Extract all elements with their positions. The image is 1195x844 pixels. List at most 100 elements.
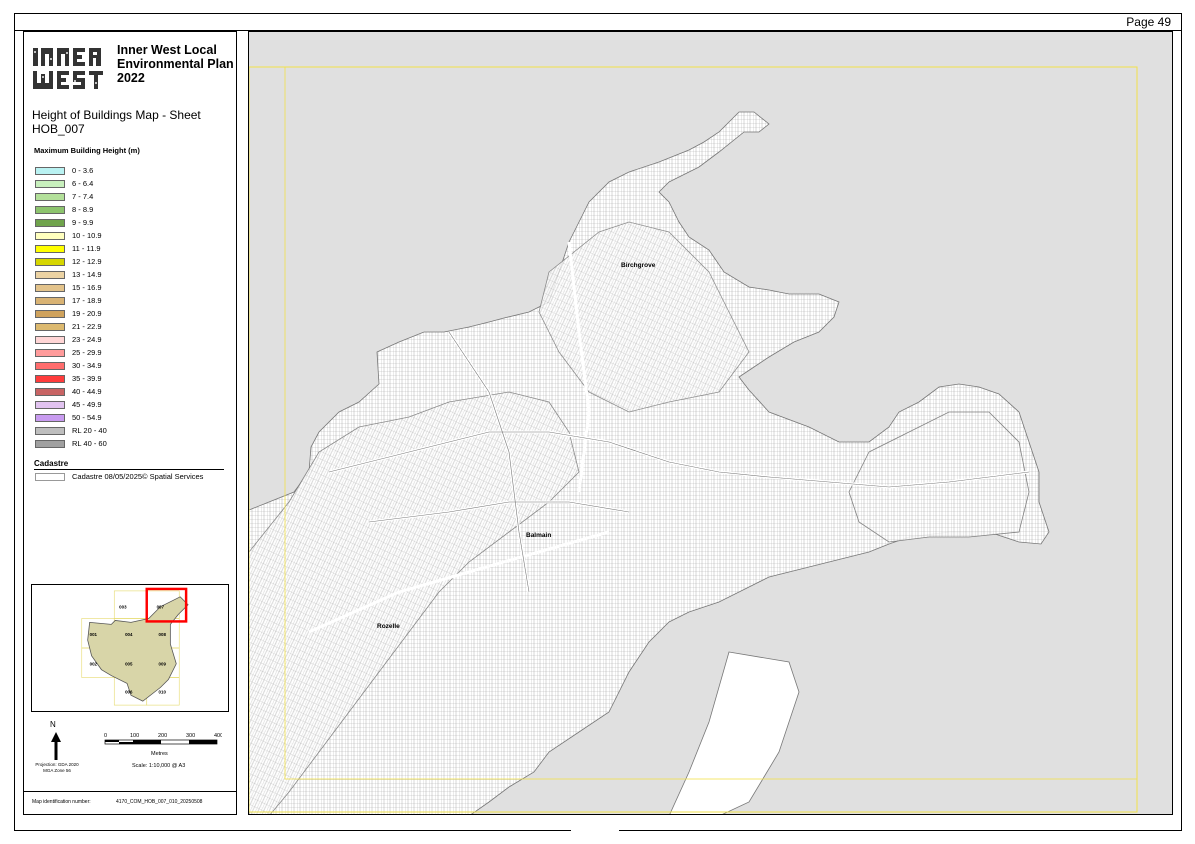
legend-item: 23 - 24.9	[35, 333, 107, 346]
scale-unit: Metres	[151, 751, 168, 757]
suburb-label-rozelle: Rozelle	[377, 623, 400, 630]
legend-label: 13 - 14.9	[72, 270, 102, 279]
legend-item: 15 - 16.9	[35, 281, 107, 294]
legend-item: 40 - 44.9	[35, 385, 107, 398]
legend-swatch	[35, 205, 65, 214]
legend-swatch	[35, 309, 65, 318]
legend-swatch	[35, 439, 65, 448]
cadastre-legend-item: Cadastre 08/05/2025© Spatial Services	[35, 472, 203, 481]
main-map[interactable]: Birchgrove Balmain Rozelle	[248, 31, 1173, 815]
legend-item: 12 - 12.9	[35, 255, 107, 268]
legend-swatch	[35, 257, 65, 266]
legend-item: 6 - 6.4	[35, 177, 107, 190]
legend-item: 17 - 18.9	[35, 294, 107, 307]
legend-label: 19 - 20.9	[72, 309, 102, 318]
legend-label: 25 - 29.9	[72, 348, 102, 357]
locator-sheet-label: 006	[125, 689, 133, 694]
legend-swatch	[35, 322, 65, 331]
projection-line-2: MGA Zone 56	[43, 768, 71, 773]
scale-tick-label: 300	[186, 733, 195, 739]
legend-label: 12 - 12.9	[72, 257, 102, 266]
cadastre-heading: Cadastre	[34, 459, 69, 468]
legend-label: RL 40 - 60	[72, 439, 107, 448]
legend-item: RL 20 - 40	[35, 424, 107, 437]
legend-item: 8 - 8.9	[35, 203, 107, 216]
scale-tick-label: 400	[214, 733, 222, 739]
scale-tick-label: 0	[104, 733, 107, 739]
legend-swatch	[35, 270, 65, 279]
wharf	[669, 651, 800, 814]
map-title: Height of Buildings Map - Sheet HOB_007	[32, 108, 201, 136]
legend-item: RL 40 - 60	[35, 437, 107, 450]
legend-label: 15 - 16.9	[72, 283, 102, 292]
map-id-label: Map identification number:	[32, 799, 91, 805]
legend-item: 35 - 39.9	[35, 372, 107, 385]
locator-sheet-label: 002	[90, 662, 98, 667]
legend-label: 11 - 11.9	[72, 244, 101, 253]
legend-label: 0 - 3.6	[72, 166, 94, 175]
legend-label: RL 20 - 40	[72, 426, 107, 435]
scale-tick-label: 200	[158, 733, 167, 739]
legend-panel: Inner West Local Environmental Plan 2022…	[23, 31, 237, 815]
legend-swatch	[35, 179, 65, 188]
map-id-divider	[24, 791, 236, 792]
locator-sheet-label: 008	[159, 632, 167, 637]
legend-swatch	[35, 283, 65, 292]
cadastre-swatch	[35, 472, 65, 481]
page-number: Page 49	[1126, 15, 1171, 29]
legend-swatch	[35, 231, 65, 240]
locator-sheet-label: 005	[125, 662, 133, 667]
cadastre-divider	[34, 469, 224, 470]
locator-sheet-label: 004	[125, 632, 133, 637]
legend-item: 13 - 14.9	[35, 268, 107, 281]
legend-heading: Maximum Building Height (m)	[34, 146, 140, 155]
legend-swatch	[35, 335, 65, 344]
legend-label: 17 - 18.9	[72, 296, 102, 305]
legend-label: 30 - 34.9	[72, 361, 102, 370]
locator-sheet-label: 009	[159, 662, 167, 667]
legend-label: 45 - 49.9	[72, 400, 102, 409]
locator-sheet-label: 003	[119, 605, 127, 610]
legend-swatch	[35, 374, 65, 383]
legend-label: 7 - 7.4	[72, 192, 94, 201]
legend-label: 21 - 22.9	[72, 322, 102, 331]
suburb-label-balmain: Balmain	[526, 532, 551, 539]
legend-swatch	[35, 387, 65, 396]
map-id-value: 4170_COM_HOB_007_010_20250508	[116, 799, 203, 805]
legend-swatch	[35, 192, 65, 201]
legend-swatch	[35, 244, 65, 253]
plan-title: Inner West Local Environmental Plan 2022	[117, 43, 234, 85]
map-canvas[interactable]: Birchgrove Balmain Rozelle	[249, 32, 1173, 815]
legend-item: 11 - 11.9	[35, 242, 107, 255]
legend-label: 50 - 54.9	[72, 413, 102, 422]
north-arrow-icon	[51, 732, 61, 760]
page-tab-marker	[571, 829, 619, 833]
legend-label: 8 - 8.9	[72, 205, 94, 214]
legend-item: 21 - 22.9	[35, 320, 107, 333]
legend-swatch	[35, 400, 65, 409]
inner-west-logo	[33, 48, 103, 89]
cadastre-label: Cadastre 08/05/2025© Spatial Services	[72, 472, 204, 481]
legend-label: 40 - 44.9	[72, 387, 102, 396]
scale-tick-label: 100	[130, 733, 139, 739]
legend-label: 35 - 39.9	[72, 374, 102, 383]
legend-swatch	[35, 218, 65, 227]
legend-label: 23 - 24.9	[72, 335, 102, 344]
legend-item: 0 - 3.6	[35, 164, 107, 177]
legend-label: 10 - 10.9	[72, 231, 102, 240]
locator-sheet-label: 010	[159, 689, 167, 694]
legend-item: 10 - 10.9	[35, 229, 107, 242]
legend-item: 45 - 49.9	[35, 398, 107, 411]
locator-map: 003 007 001 004 008 002 005 009 006 010	[31, 584, 229, 712]
legend-swatch	[35, 296, 65, 305]
legend-swatch	[35, 413, 65, 422]
suburb-label-birchgrove: Birchgrove	[621, 262, 656, 269]
projection-info: Projection: GDA 2020 MGA Zone 56	[32, 762, 82, 774]
legend-item: 7 - 7.4	[35, 190, 107, 203]
legend-list: 0 - 3.6 6 - 6.4 7 - 7.4 8 - 8.9 9 - 9.9 10 - …	[35, 164, 107, 450]
legend-swatch	[35, 361, 65, 370]
legend-swatch	[35, 166, 65, 175]
lga-outline	[87, 596, 189, 702]
locator-sheet-label: 001	[90, 632, 98, 637]
locator-sheet-label: 007	[157, 605, 165, 610]
